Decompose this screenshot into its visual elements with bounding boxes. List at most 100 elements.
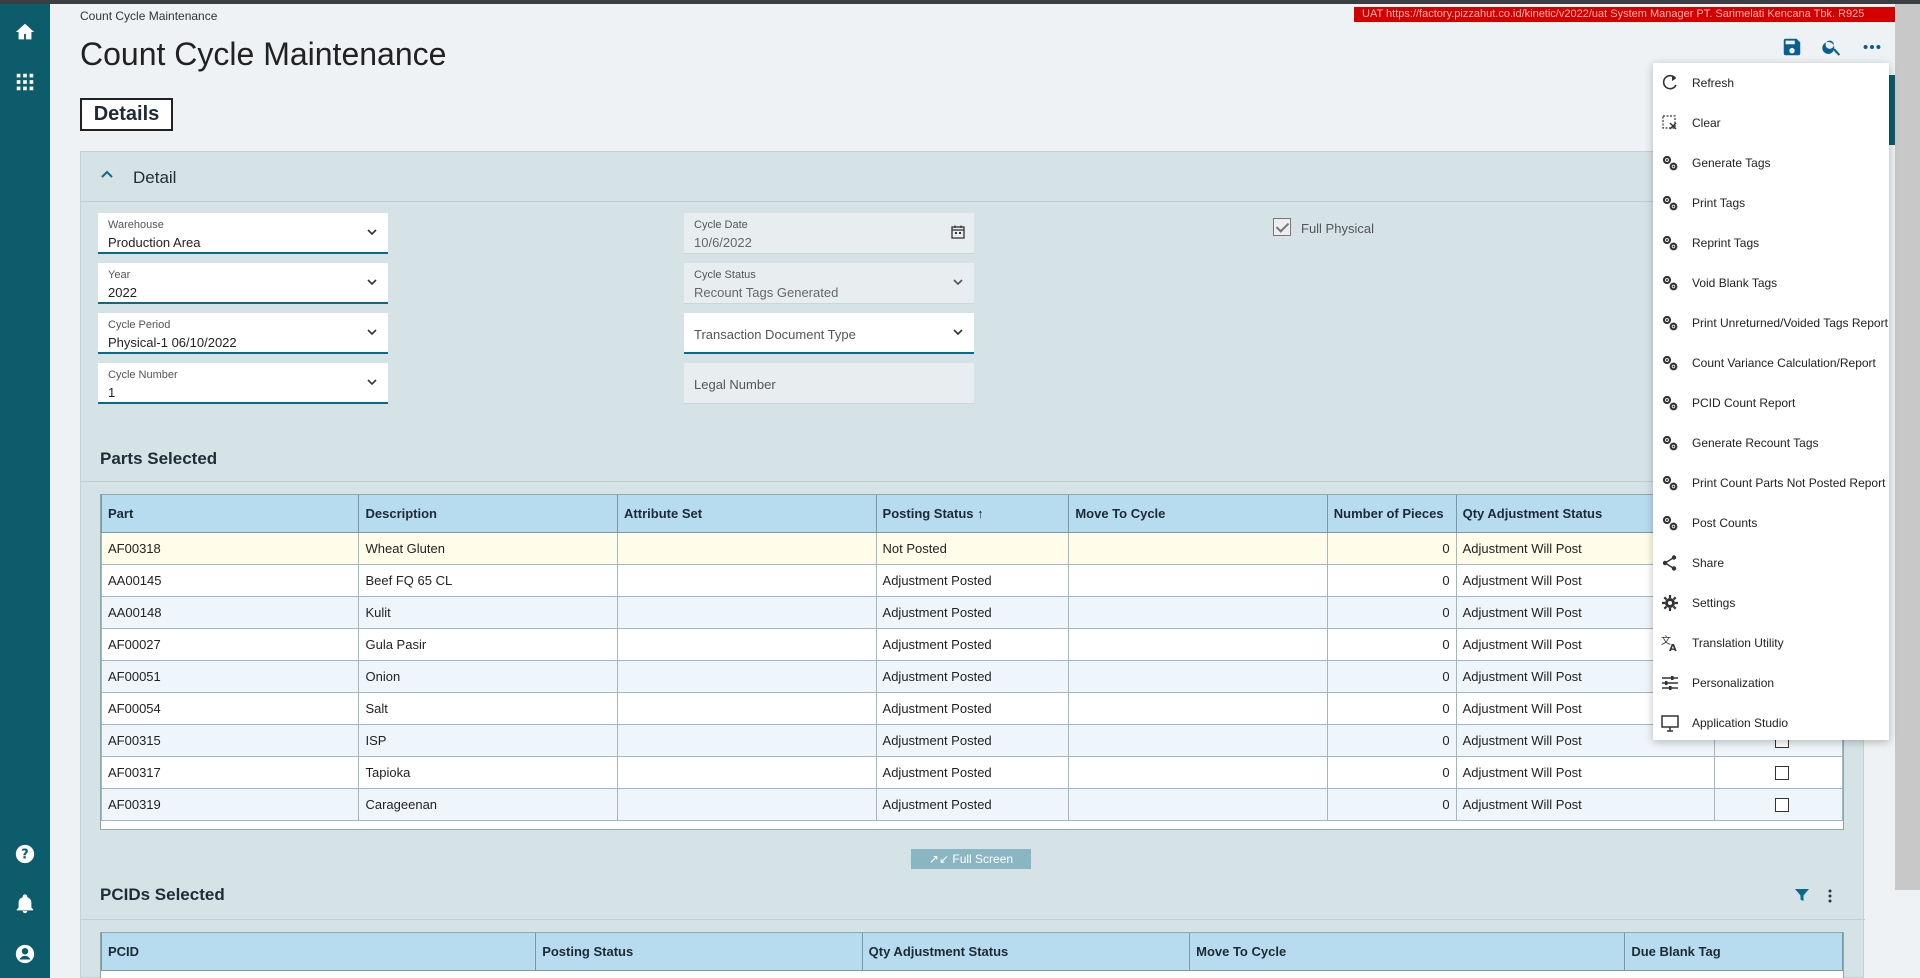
- row-checkbox[interactable]: [1774, 797, 1789, 812]
- cycle-status-field[interactable]: Cycle Status Recount Tags Generated: [684, 263, 974, 304]
- kebab-menu-icon[interactable]: [1822, 888, 1838, 904]
- menu-item-post-counts[interactable]: Post Counts: [1653, 503, 1889, 543]
- column-header-due-blank-tag[interactable]: Due Blank Tag: [1624, 933, 1843, 971]
- menu-item-reprint-tags[interactable]: Reprint Tags: [1653, 223, 1889, 263]
- help-icon[interactable]: ?: [13, 842, 37, 866]
- column-header-qty-adjustment-status[interactable]: Qty Adjustment Status: [861, 933, 1191, 971]
- cell-number-of-pieces[interactable]: 0: [1326, 723, 1457, 757]
- calendar-icon[interactable]: [950, 224, 966, 240]
- cycle-number-field[interactable]: Cycle Number 1: [98, 363, 388, 404]
- cell-attribute-set[interactable]: [617, 755, 877, 789]
- cell-attribute-set[interactable]: [617, 563, 877, 597]
- cell-posting-status[interactable]: Not Posted: [875, 531, 1070, 565]
- cell-move-to-cycle[interactable]: [1068, 595, 1328, 629]
- column-header-number-of-pieces[interactable]: Number of Pieces: [1326, 495, 1457, 533]
- table-row[interactable]: AA00148 Kulit Adjustment Posted 0 Adjustment…: [101, 595, 1843, 629]
- cell-description[interactable]: Beef FQ 65 CL: [358, 563, 619, 597]
- cell-posting-status[interactable]: Adjustment Posted: [875, 787, 1070, 821]
- cell-description[interactable]: Carageenan: [358, 787, 619, 821]
- menu-item-translation-utility[interactable]: 文 A Translation Utility: [1653, 623, 1889, 663]
- cell-move-to-cycle[interactable]: [1068, 723, 1328, 757]
- more-options-icon[interactable]: [1861, 36, 1883, 58]
- row-checkbox[interactable]: [1774, 765, 1789, 780]
- cell-qty-adjustment-status[interactable]: Adjustment Will Post: [1455, 755, 1716, 789]
- cell-move-to-cycle[interactable]: [1068, 531, 1328, 565]
- cell-posting-status[interactable]: Adjustment Posted: [875, 723, 1070, 757]
- transaction-document-type-field[interactable]: Transaction Document Type: [684, 313, 974, 354]
- menu-item-application-studio[interactable]: Application Studio: [1653, 703, 1889, 743]
- cell-part[interactable]: AF00315: [101, 723, 360, 757]
- cell-move-to-cycle[interactable]: [1068, 755, 1328, 789]
- full-screen-button[interactable]: ↗↙ Full Screen: [911, 849, 1031, 869]
- menu-item-print-count-parts-not-posted-report[interactable]: Print Count Parts Not Posted Report: [1653, 463, 1889, 503]
- cell-description[interactable]: ISP: [358, 723, 619, 757]
- cell-move-to-cycle[interactable]: [1068, 659, 1328, 693]
- cycle-date-field[interactable]: Cycle Date 10/6/2022: [684, 213, 974, 254]
- save-icon[interactable]: [1781, 36, 1803, 58]
- cell-part[interactable]: AF00317: [101, 755, 360, 789]
- cell-part[interactable]: AF00318: [101, 531, 360, 565]
- cell-description[interactable]: Gula Pasir: [358, 627, 619, 661]
- menu-item-generate-tags[interactable]: Generate Tags: [1653, 143, 1889, 183]
- cell-move-to-cycle[interactable]: [1068, 787, 1328, 821]
- cell-number-of-pieces[interactable]: 0: [1326, 691, 1457, 725]
- cell-part[interactable]: AA00145: [101, 563, 360, 597]
- cell-attribute-set[interactable]: [617, 659, 877, 693]
- cell-part[interactable]: AF00051: [101, 659, 360, 693]
- cell-move-to-cycle[interactable]: [1068, 691, 1328, 725]
- cell-number-of-pieces[interactable]: 0: [1326, 627, 1457, 661]
- cell-description[interactable]: Salt: [358, 691, 619, 725]
- cell-move-to-cycle[interactable]: [1068, 627, 1328, 661]
- cell-description[interactable]: Onion: [358, 659, 619, 693]
- menu-item-settings[interactable]: Settings: [1653, 583, 1889, 623]
- menu-item-clear[interactable]: Clear: [1653, 103, 1889, 143]
- cell-checkbox[interactable]: [1714, 755, 1843, 789]
- chevron-down-icon[interactable]: [366, 376, 378, 388]
- cell-attribute-set[interactable]: [617, 723, 877, 757]
- details-tab[interactable]: Details: [80, 98, 173, 131]
- chevron-down-icon[interactable]: [366, 276, 378, 288]
- cell-checkbox[interactable]: [1714, 787, 1843, 821]
- menu-item-void-blank-tags[interactable]: Void Blank Tags: [1653, 263, 1889, 303]
- menu-item-count-variance-calculation-report[interactable]: Count Variance Calculation/Report: [1653, 343, 1889, 383]
- cell-part[interactable]: AF00054: [101, 691, 360, 725]
- menu-item-personalization[interactable]: Personalization: [1653, 663, 1889, 703]
- table-row[interactable]: AF00317 Tapioka Adjustment Posted 0 Adjustme…: [101, 755, 1843, 789]
- menu-item-refresh[interactable]: Refresh: [1653, 63, 1889, 103]
- table-row[interactable]: AF00054 Salt Adjustment Posted 0 Adjustment …: [101, 691, 1843, 725]
- table-row[interactable]: AA00145 Beef FQ 65 CL Adjustment Posted 0 Ad…: [101, 563, 1843, 597]
- cycle-period-field[interactable]: Cycle Period Physical-1 06/10/2022: [98, 313, 388, 354]
- cell-posting-status[interactable]: Adjustment Posted: [875, 627, 1070, 661]
- menu-item-print-unreturned-voided-tags-report[interactable]: Print Unreturned/Voided Tags Report: [1653, 303, 1889, 343]
- cell-description[interactable]: Tapioka: [358, 755, 619, 789]
- cell-posting-status[interactable]: Adjustment Posted: [875, 659, 1070, 693]
- column-header-posting-status[interactable]: Posting Status ↑: [875, 495, 1070, 533]
- cell-attribute-set[interactable]: [617, 691, 877, 725]
- column-header-pcid[interactable]: PCID: [101, 933, 537, 971]
- year-field[interactable]: Year 2022: [98, 263, 388, 304]
- chevron-down-icon[interactable]: [366, 226, 378, 238]
- cell-part[interactable]: AF00027: [101, 627, 360, 661]
- full-physical-checkbox[interactable]: [1273, 218, 1291, 236]
- bell-icon[interactable]: [13, 892, 37, 916]
- detail-header[interactable]: Detail: [81, 152, 1863, 202]
- cell-number-of-pieces[interactable]: 0: [1326, 755, 1457, 789]
- column-header-posting-status[interactable]: Posting Status: [535, 933, 863, 971]
- cell-number-of-pieces[interactable]: 0: [1326, 595, 1457, 629]
- chevron-down-icon[interactable]: [952, 276, 964, 288]
- apps-grid-icon[interactable]: [13, 70, 37, 94]
- cell-part[interactable]: AF00319: [101, 787, 360, 821]
- cell-posting-status[interactable]: Adjustment Posted: [875, 595, 1070, 629]
- column-header-description[interactable]: Description: [358, 495, 619, 533]
- table-row[interactable]: AF00051 Onion Adjustment Posted 0 Adjustment…: [101, 659, 1843, 693]
- table-row[interactable]: AF00315 ISP Adjustment Posted 0 Adjustment W…: [101, 723, 1843, 757]
- cell-number-of-pieces[interactable]: 0: [1326, 563, 1457, 597]
- cell-part[interactable]: AA00148: [101, 595, 360, 629]
- chevron-down-icon[interactable]: [366, 326, 378, 338]
- cell-attribute-set[interactable]: [617, 627, 877, 661]
- cell-description[interactable]: Kulit: [358, 595, 619, 629]
- menu-item-share[interactable]: Share: [1653, 543, 1889, 583]
- menu-item-pcid-count-report[interactable]: PCID Count Report: [1653, 383, 1889, 423]
- cell-number-of-pieces[interactable]: 0: [1326, 531, 1457, 565]
- table-row[interactable]: AF00318 Wheat Gluten Not Posted 0 Adjustment…: [101, 531, 1843, 565]
